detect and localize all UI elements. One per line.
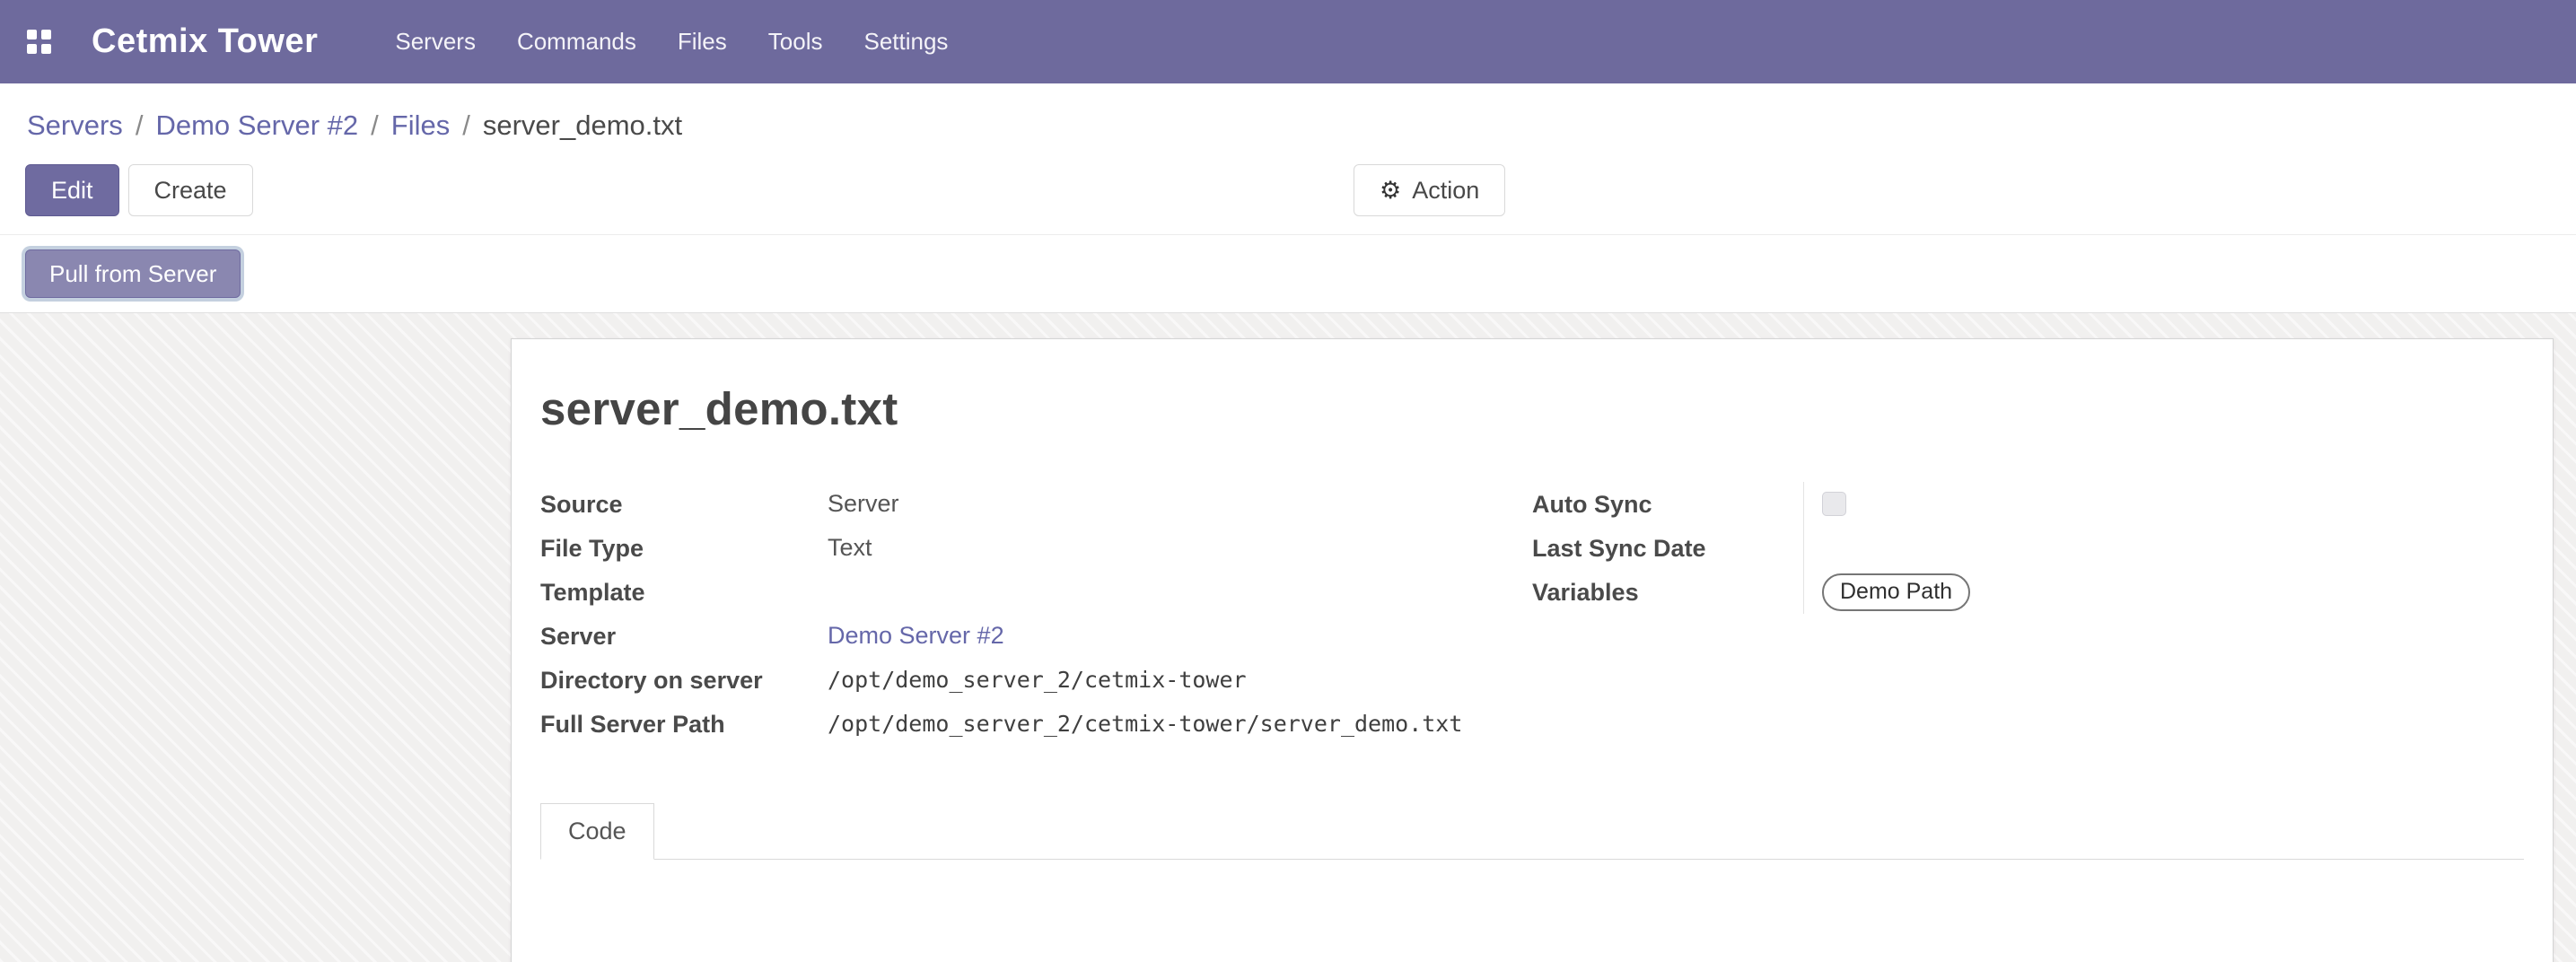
gear-icon: ⚙	[1380, 179, 1401, 203]
control-panel: Servers / Demo Server #2 / Files / serve…	[0, 83, 2576, 313]
field-column-left: Source Server File Type Text Template Se…	[540, 482, 1532, 746]
edit-button[interactable]: Edit	[25, 164, 119, 216]
field-row-source: Source Server	[540, 482, 1532, 526]
field-label: Directory on server	[540, 665, 828, 695]
field-label: Last Sync Date	[1532, 533, 1803, 564]
field-label: Server	[540, 621, 828, 652]
notebook-tabs: Code	[540, 803, 2524, 860]
menu-item-commands[interactable]: Commands	[517, 28, 636, 56]
top-navbar: Cetmix Tower Servers Commands Files Tool…	[0, 0, 2576, 83]
field-row-server: Server Demo Server #2	[540, 614, 1532, 658]
apps-grid-icon[interactable]	[27, 30, 52, 55]
breadcrumb-current: server_demo.txt	[483, 107, 682, 144]
breadcrumb: Servers / Demo Server #2 / Files / serve…	[0, 83, 2576, 144]
breadcrumb-link-demo-server[interactable]: Demo Server #2	[155, 107, 358, 144]
field-column-right: Auto Sync Last Sync Date Variables Demo …	[1532, 482, 2524, 746]
field-row-full-path: Full Server Path /opt/demo_server_2/cetm…	[540, 702, 1532, 746]
breadcrumb-separator: /	[462, 107, 470, 144]
menu-item-settings[interactable]: Settings	[863, 28, 948, 56]
field-label: Auto Sync	[1532, 489, 1803, 520]
field-label: Variables	[1532, 577, 1803, 608]
main-menu: Servers Commands Files Tools Settings	[395, 28, 948, 56]
field-row-variables: Variables Demo Path	[1532, 570, 2524, 614]
field-value-last-sync-date	[1803, 526, 2524, 570]
form-header-buttons: Pull from Server	[0, 234, 2576, 312]
server-link[interactable]: Demo Server #2	[828, 622, 1004, 650]
field-value-variables: Demo Path	[1803, 570, 2524, 614]
field-area: Source Server File Type Text Template Se…	[540, 482, 2524, 746]
field-label: Template	[540, 577, 828, 608]
breadcrumb-link-files[interactable]: Files	[391, 107, 450, 144]
field-value-file-type: Text	[828, 526, 1532, 570]
form-sheet: server_demo.txt Source Server File Type …	[511, 338, 2554, 962]
field-value-template	[828, 570, 1532, 614]
menu-item-tools[interactable]: Tools	[768, 28, 823, 56]
field-value-server: Demo Server #2	[828, 614, 1532, 658]
breadcrumb-link-servers[interactable]: Servers	[27, 107, 123, 144]
action-button[interactable]: ⚙ Action	[1354, 164, 1505, 216]
variable-tag-demo-path: Demo Path	[1822, 573, 1970, 611]
field-value-auto-sync	[1803, 482, 2524, 526]
auto-sync-checkbox[interactable]	[1822, 492, 1846, 516]
breadcrumb-separator: /	[136, 107, 144, 144]
menu-item-servers[interactable]: Servers	[395, 28, 476, 56]
field-value-directory: /opt/demo_server_2/cetmix-tower	[828, 658, 1532, 702]
breadcrumb-separator: /	[371, 107, 379, 144]
field-row-file-type: File Type Text	[540, 526, 1532, 570]
action-button-label: Action	[1412, 177, 1479, 205]
content-background: server_demo.txt Source Server File Type …	[0, 313, 2576, 962]
create-button[interactable]: Create	[128, 164, 253, 216]
button-row: Edit Create ⚙ Action	[0, 164, 2576, 216]
field-row-auto-sync: Auto Sync	[1532, 482, 2524, 526]
field-value-full-path: /opt/demo_server_2/cetmix-tower/server_d…	[828, 702, 1532, 746]
field-label: Full Server Path	[540, 709, 828, 739]
field-row-last-sync-date: Last Sync Date	[1532, 526, 2524, 570]
page-title: server_demo.txt	[540, 382, 2524, 435]
menu-item-files[interactable]: Files	[678, 28, 727, 56]
field-value-source: Server	[828, 482, 1532, 526]
tab-code[interactable]: Code	[540, 803, 654, 860]
field-label: File Type	[540, 533, 828, 564]
field-row-template: Template	[540, 570, 1532, 614]
field-label: Source	[540, 489, 828, 520]
pull-from-server-button[interactable]: Pull from Server	[25, 249, 241, 298]
app-brand[interactable]: Cetmix Tower	[92, 22, 318, 61]
field-row-directory: Directory on server /opt/demo_server_2/c…	[540, 658, 1532, 702]
